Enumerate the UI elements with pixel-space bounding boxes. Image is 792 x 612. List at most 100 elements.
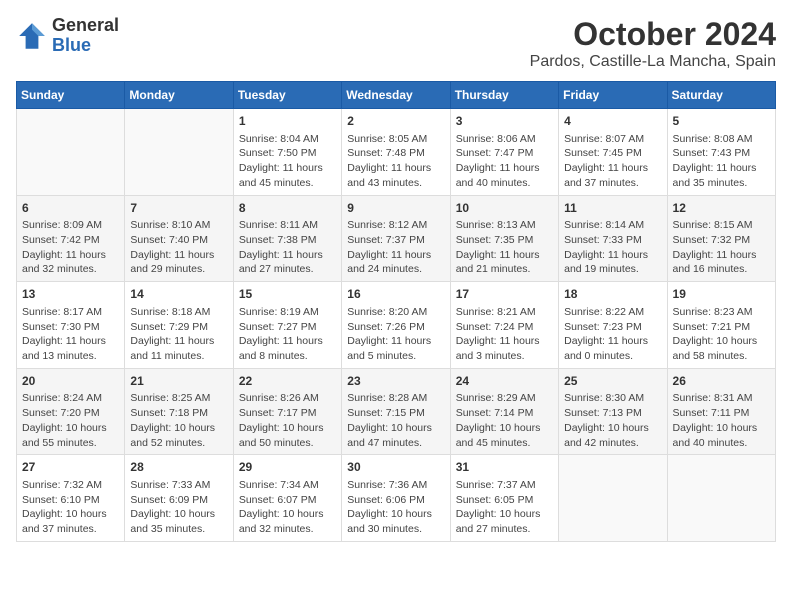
day-number: 8 (239, 200, 336, 217)
day-number: 27 (22, 459, 119, 476)
day-info: Sunrise: 8:26 AM Sunset: 7:17 PM Dayligh… (239, 391, 336, 450)
day-info: Sunrise: 8:25 AM Sunset: 7:18 PM Dayligh… (130, 391, 227, 450)
calendar-cell: 20Sunrise: 8:24 AM Sunset: 7:20 PM Dayli… (17, 368, 125, 455)
day-info: Sunrise: 8:23 AM Sunset: 7:21 PM Dayligh… (673, 305, 770, 364)
day-info: Sunrise: 8:06 AM Sunset: 7:47 PM Dayligh… (456, 132, 553, 191)
day-number: 6 (22, 200, 119, 217)
day-number: 2 (347, 113, 444, 130)
calendar-cell (559, 455, 667, 542)
day-info: Sunrise: 8:21 AM Sunset: 7:24 PM Dayligh… (456, 305, 553, 364)
calendar-week-row: 27 Sunrise: 7:32 AM Sunset: 6:10 PM Dayli… (17, 455, 776, 542)
calendar-title: October 2024 (530, 16, 776, 53)
calendar-cell: 27 Sunrise: 7:32 AM Sunset: 6:10 PM Dayli… (17, 455, 125, 542)
day-number: 7 (130, 200, 227, 217)
day-number: 11 (564, 200, 661, 217)
calendar-cell: 25Sunrise: 8:30 AM Sunset: 7:13 PM Dayli… (559, 368, 667, 455)
day-header-thursday: Thursday (450, 82, 558, 109)
title-block: October 2024 Pardos, Castille-La Mancha,… (530, 16, 776, 71)
calendar-cell: 22Sunrise: 8:26 AM Sunset: 7:17 PM Dayli… (233, 368, 341, 455)
day-info: Sunrise: 8:05 AM Sunset: 7:48 PM Dayligh… (347, 132, 444, 191)
calendar-cell: 30 Sunrise: 7:36 AM Sunset: 6:06 PM Dayli… (342, 455, 450, 542)
day-number: 22 (239, 373, 336, 390)
calendar-cell: 2 Sunrise: 8:05 AM Sunset: 7:48 PM Daylig… (342, 109, 450, 196)
logo-text: General Blue (52, 16, 119, 56)
day-info: Sunrise: 8:04 AM Sunset: 7:50 PM Dayligh… (239, 132, 336, 191)
day-info: Sunrise: 8:08 AM Sunset: 7:43 PM Dayligh… (673, 132, 770, 191)
day-number: 24 (456, 373, 553, 390)
day-number: 14 (130, 286, 227, 303)
calendar-cell: 12Sunrise: 8:15 AM Sunset: 7:32 PM Dayli… (667, 195, 775, 282)
calendar-cell: 23Sunrise: 8:28 AM Sunset: 7:15 PM Dayli… (342, 368, 450, 455)
day-info: Sunrise: 8:30 AM Sunset: 7:13 PM Dayligh… (564, 391, 661, 450)
day-number: 12 (673, 200, 770, 217)
calendar-subtitle: Pardos, Castille-La Mancha, Spain (530, 53, 776, 71)
day-number: 17 (456, 286, 553, 303)
header: General Blue October 2024 Pardos, Castil… (16, 16, 776, 71)
day-info: Sunrise: 8:09 AM Sunset: 7:42 PM Dayligh… (22, 218, 119, 277)
day-number: 30 (347, 459, 444, 476)
day-info: Sunrise: 8:14 AM Sunset: 7:33 PM Dayligh… (564, 218, 661, 277)
day-number: 5 (673, 113, 770, 130)
day-number: 20 (22, 373, 119, 390)
day-number: 25 (564, 373, 661, 390)
day-header-friday: Friday (559, 82, 667, 109)
calendar-cell: 14 Sunrise: 8:18 AM Sunset: 7:29 PM Dayli… (125, 282, 233, 369)
calendar-cell: 19Sunrise: 8:23 AM Sunset: 7:21 PM Dayli… (667, 282, 775, 369)
calendar-cell: 1 Sunrise: 8:04 AM Sunset: 7:50 PM Daylig… (233, 109, 341, 196)
day-info: Sunrise: 7:36 AM Sunset: 6:06 PM Dayligh… (347, 478, 444, 537)
day-number: 9 (347, 200, 444, 217)
day-info: Sunrise: 8:19 AM Sunset: 7:27 PM Dayligh… (239, 305, 336, 364)
calendar-cell: 6Sunrise: 8:09 AM Sunset: 7:42 PM Daylig… (17, 195, 125, 282)
calendar-header-row: SundayMondayTuesdayWednesdayThursdayFrid… (17, 82, 776, 109)
day-info: Sunrise: 8:31 AM Sunset: 7:11 PM Dayligh… (673, 391, 770, 450)
day-number: 28 (130, 459, 227, 476)
day-info: Sunrise: 7:32 AM Sunset: 6:10 PM Dayligh… (22, 478, 119, 537)
calendar-cell (667, 455, 775, 542)
day-number: 26 (673, 373, 770, 390)
calendar-week-row: 1 Sunrise: 8:04 AM Sunset: 7:50 PM Daylig… (17, 109, 776, 196)
day-header-wednesday: Wednesday (342, 82, 450, 109)
day-info: Sunrise: 8:12 AM Sunset: 7:37 PM Dayligh… (347, 218, 444, 277)
calendar-cell: 3 Sunrise: 8:06 AM Sunset: 7:47 PM Daylig… (450, 109, 558, 196)
calendar-table: SundayMondayTuesdayWednesdayThursdayFrid… (16, 81, 776, 542)
calendar-cell: 21Sunrise: 8:25 AM Sunset: 7:18 PM Dayli… (125, 368, 233, 455)
day-info: Sunrise: 8:15 AM Sunset: 7:32 PM Dayligh… (673, 218, 770, 277)
day-info: Sunrise: 8:07 AM Sunset: 7:45 PM Dayligh… (564, 132, 661, 191)
day-header-tuesday: Tuesday (233, 82, 341, 109)
day-number: 23 (347, 373, 444, 390)
day-number: 3 (456, 113, 553, 130)
day-number: 18 (564, 286, 661, 303)
logo-icon (16, 20, 48, 52)
day-info: Sunrise: 8:29 AM Sunset: 7:14 PM Dayligh… (456, 391, 553, 450)
calendar-week-row: 13 Sunrise: 8:17 AM Sunset: 7:30 PM Dayli… (17, 282, 776, 369)
day-info: Sunrise: 8:20 AM Sunset: 7:26 PM Dayligh… (347, 305, 444, 364)
day-info: Sunrise: 8:17 AM Sunset: 7:30 PM Dayligh… (22, 305, 119, 364)
day-number: 21 (130, 373, 227, 390)
day-info: Sunrise: 8:18 AM Sunset: 7:29 PM Dayligh… (130, 305, 227, 364)
day-number: 13 (22, 286, 119, 303)
calendar-cell: 18 Sunrise: 8:22 AM Sunset: 7:23 PM Dayli… (559, 282, 667, 369)
calendar-cell: 28Sunrise: 7:33 AM Sunset: 6:09 PM Dayli… (125, 455, 233, 542)
calendar-cell: 16 Sunrise: 8:20 AM Sunset: 7:26 PM Dayli… (342, 282, 450, 369)
day-number: 4 (564, 113, 661, 130)
calendar-cell: 17 Sunrise: 8:21 AM Sunset: 7:24 PM Dayli… (450, 282, 558, 369)
day-info: Sunrise: 8:24 AM Sunset: 7:20 PM Dayligh… (22, 391, 119, 450)
calendar-cell: 10Sunrise: 8:13 AM Sunset: 7:35 PM Dayli… (450, 195, 558, 282)
calendar-cell: 8Sunrise: 8:11 AM Sunset: 7:38 PM Daylig… (233, 195, 341, 282)
day-number: 1 (239, 113, 336, 130)
calendar-cell: 24Sunrise: 8:29 AM Sunset: 7:14 PM Dayli… (450, 368, 558, 455)
day-info: Sunrise: 8:22 AM Sunset: 7:23 PM Dayligh… (564, 305, 661, 364)
day-number: 16 (347, 286, 444, 303)
calendar-cell: 7Sunrise: 8:10 AM Sunset: 7:40 PM Daylig… (125, 195, 233, 282)
calendar-cell: 4 Sunrise: 8:07 AM Sunset: 7:45 PM Daylig… (559, 109, 667, 196)
day-number: 29 (239, 459, 336, 476)
calendar-cell: 31Sunrise: 7:37 AM Sunset: 6:05 PM Dayli… (450, 455, 558, 542)
calendar-cell (17, 109, 125, 196)
calendar-cell: 5 Sunrise: 8:08 AM Sunset: 7:43 PM Daylig… (667, 109, 775, 196)
calendar-cell: 9Sunrise: 8:12 AM Sunset: 7:37 PM Daylig… (342, 195, 450, 282)
day-info: Sunrise: 7:37 AM Sunset: 6:05 PM Dayligh… (456, 478, 553, 537)
calendar-cell: 15Sunrise: 8:19 AM Sunset: 7:27 PM Dayli… (233, 282, 341, 369)
calendar-week-row: 20Sunrise: 8:24 AM Sunset: 7:20 PM Dayli… (17, 368, 776, 455)
day-header-monday: Monday (125, 82, 233, 109)
calendar-cell (125, 109, 233, 196)
